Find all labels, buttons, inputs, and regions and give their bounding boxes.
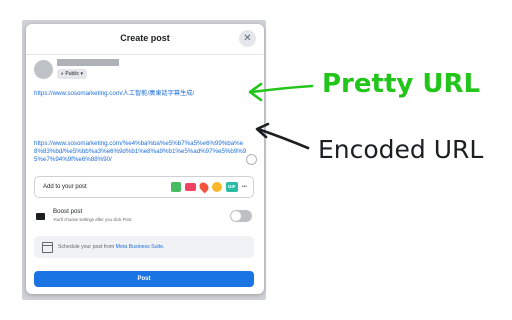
pretty-url-arrow [248, 82, 314, 102]
encoded-url-arrow [255, 122, 310, 150]
pretty-url-annotation: Pretty URL [322, 69, 481, 99]
encoded-url-annotation: Encoded URL [318, 135, 484, 164]
